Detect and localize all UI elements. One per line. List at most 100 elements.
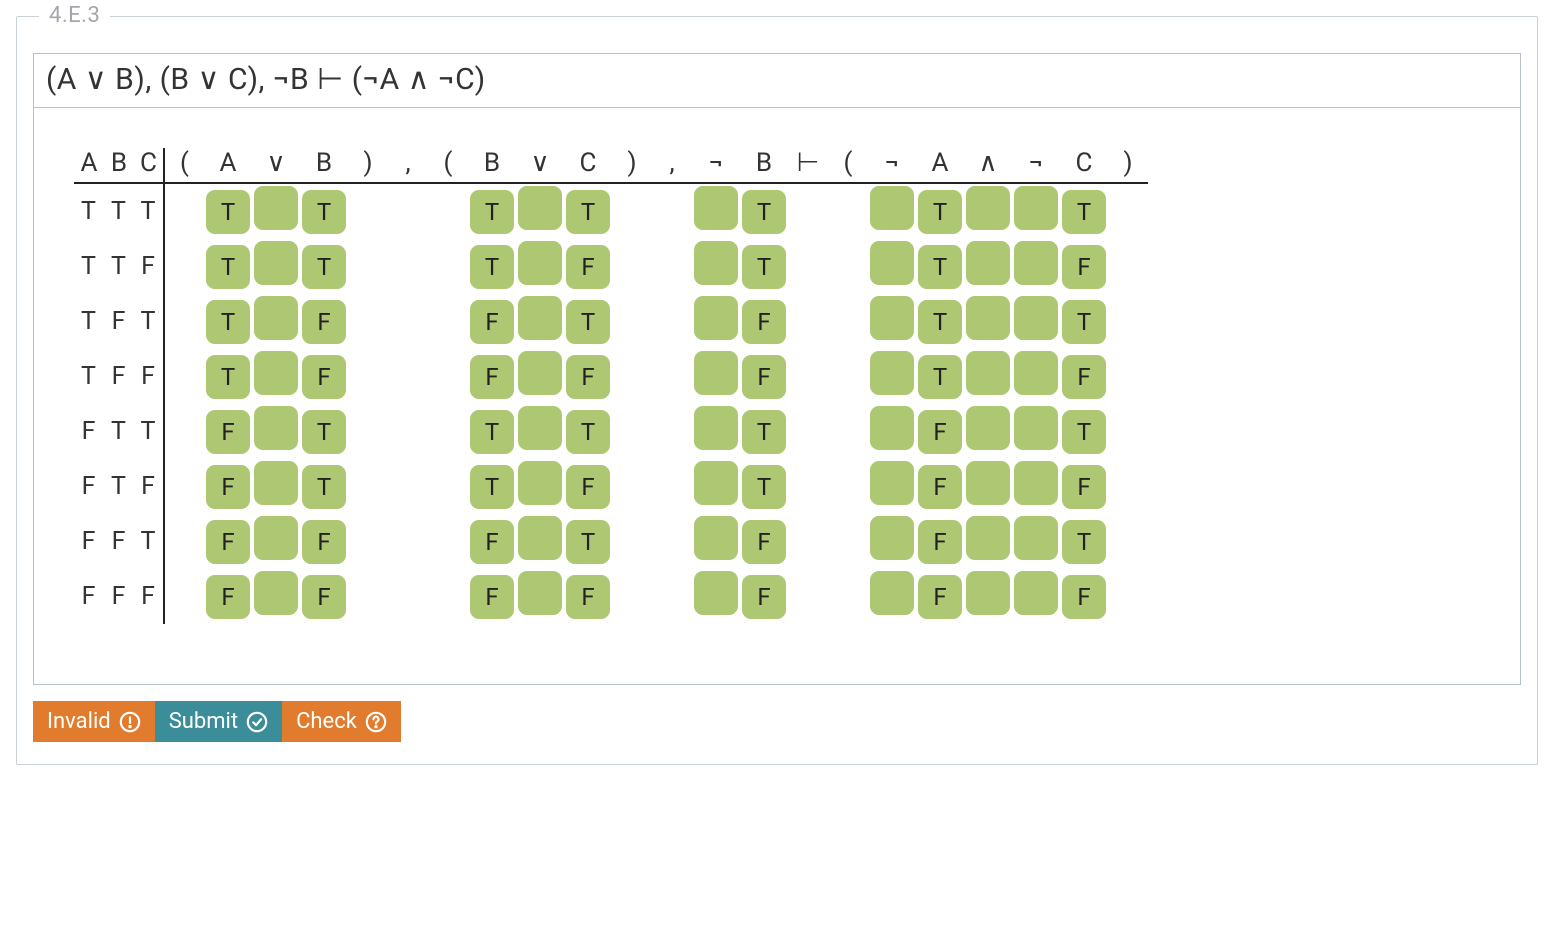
truth-cell[interactable] <box>1014 296 1058 340</box>
truth-cell[interactable]: F <box>206 410 250 454</box>
truth-cell[interactable]: F <box>206 465 250 509</box>
truth-cell[interactable]: F <box>1062 465 1106 509</box>
truth-cell[interactable] <box>870 516 914 560</box>
truth-cell[interactable]: T <box>1062 410 1106 454</box>
truth-cell[interactable]: T <box>566 410 610 454</box>
truth-cell[interactable]: T <box>1062 190 1106 234</box>
check-button[interactable]: Check <box>282 701 401 742</box>
truth-cell[interactable]: F <box>742 300 786 344</box>
truth-cell[interactable] <box>518 406 562 450</box>
truth-cell[interactable] <box>518 461 562 505</box>
truth-cell[interactable] <box>518 186 562 230</box>
truth-cell[interactable] <box>870 296 914 340</box>
truth-cell[interactable] <box>254 516 298 560</box>
truth-cell[interactable]: F <box>566 575 610 619</box>
truth-cell[interactable]: T <box>302 245 346 289</box>
truth-cell[interactable] <box>1014 186 1058 230</box>
truth-cell[interactable]: F <box>206 520 250 564</box>
truth-cell[interactable] <box>254 571 298 615</box>
truth-cell[interactable]: F <box>566 355 610 399</box>
truth-cell[interactable]: F <box>470 575 514 619</box>
truth-cell[interactable] <box>870 461 914 505</box>
truth-cell[interactable]: T <box>742 465 786 509</box>
truth-cell[interactable]: F <box>302 520 346 564</box>
truth-cell[interactable] <box>966 571 1010 615</box>
truth-cell[interactable]: F <box>742 520 786 564</box>
truth-cell[interactable] <box>1014 516 1058 560</box>
truth-cell[interactable]: T <box>742 410 786 454</box>
truth-cell[interactable]: T <box>566 300 610 344</box>
truth-cell[interactable] <box>694 461 738 505</box>
truth-cell[interactable]: F <box>206 575 250 619</box>
truth-cell[interactable] <box>254 241 298 285</box>
truth-cell[interactable]: F <box>1062 245 1106 289</box>
truth-cell[interactable] <box>966 461 1010 505</box>
truth-cell[interactable]: F <box>918 465 962 509</box>
truth-cell[interactable] <box>1014 461 1058 505</box>
truth-cell[interactable] <box>518 571 562 615</box>
truth-cell[interactable] <box>966 296 1010 340</box>
truth-cell[interactable] <box>254 186 298 230</box>
truth-cell[interactable] <box>870 241 914 285</box>
truth-cell[interactable] <box>694 406 738 450</box>
truth-cell[interactable]: F <box>1062 355 1106 399</box>
truth-cell[interactable]: T <box>470 410 514 454</box>
truth-cell[interactable]: T <box>206 300 250 344</box>
truth-cell[interactable] <box>518 296 562 340</box>
truth-cell[interactable] <box>966 516 1010 560</box>
truth-cell[interactable]: T <box>302 190 346 234</box>
truth-cell[interactable]: F <box>470 520 514 564</box>
truth-cell[interactable]: F <box>742 355 786 399</box>
truth-cell[interactable]: F <box>470 355 514 399</box>
truth-cell[interactable] <box>1014 351 1058 395</box>
truth-cell[interactable]: F <box>918 575 962 619</box>
truth-cell[interactable]: F <box>918 410 962 454</box>
truth-cell[interactable]: T <box>470 465 514 509</box>
truth-cell[interactable] <box>694 516 738 560</box>
truth-cell[interactable]: T <box>206 245 250 289</box>
truth-cell[interactable] <box>694 186 738 230</box>
truth-cell[interactable] <box>1014 406 1058 450</box>
truth-cell[interactable] <box>254 461 298 505</box>
truth-cell[interactable] <box>254 296 298 340</box>
truth-cell[interactable]: T <box>918 245 962 289</box>
truth-cell[interactable]: T <box>302 410 346 454</box>
truth-cell[interactable] <box>694 296 738 340</box>
truth-cell[interactable] <box>254 351 298 395</box>
truth-cell[interactable] <box>870 186 914 230</box>
truth-cell[interactable]: F <box>566 245 610 289</box>
truth-cell[interactable] <box>966 351 1010 395</box>
truth-cell[interactable]: T <box>470 245 514 289</box>
submit-button[interactable]: Submit <box>155 701 282 742</box>
invalid-button[interactable]: Invalid <box>33 701 155 742</box>
truth-cell[interactable]: T <box>918 190 962 234</box>
truth-cell[interactable]: T <box>918 355 962 399</box>
truth-cell[interactable] <box>1014 241 1058 285</box>
truth-cell[interactable] <box>694 351 738 395</box>
truth-cell[interactable]: F <box>742 575 786 619</box>
truth-cell[interactable] <box>694 241 738 285</box>
truth-cell[interactable]: T <box>1062 300 1106 344</box>
truth-cell[interactable]: F <box>302 355 346 399</box>
truth-cell[interactable]: F <box>302 300 346 344</box>
truth-cell[interactable]: T <box>566 190 610 234</box>
truth-cell[interactable]: F <box>1062 575 1106 619</box>
truth-cell[interactable] <box>966 241 1010 285</box>
truth-cell[interactable] <box>254 406 298 450</box>
truth-cell[interactable]: T <box>302 465 346 509</box>
truth-cell[interactable]: T <box>1062 520 1106 564</box>
truth-cell[interactable]: T <box>206 355 250 399</box>
truth-cell[interactable] <box>694 571 738 615</box>
truth-cell[interactable]: T <box>918 300 962 344</box>
truth-cell[interactable] <box>1014 571 1058 615</box>
truth-cell[interactable]: F <box>302 575 346 619</box>
truth-cell[interactable] <box>966 186 1010 230</box>
truth-cell[interactable] <box>870 351 914 395</box>
truth-cell[interactable] <box>966 406 1010 450</box>
truth-cell[interactable]: T <box>470 190 514 234</box>
truth-cell[interactable] <box>518 351 562 395</box>
truth-cell[interactable]: F <box>566 465 610 509</box>
truth-cell[interactable]: T <box>742 245 786 289</box>
truth-cell[interactable] <box>518 241 562 285</box>
truth-cell[interactable] <box>518 516 562 560</box>
